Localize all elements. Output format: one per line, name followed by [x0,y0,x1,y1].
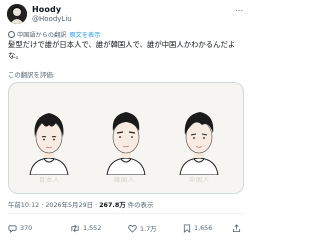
repost-icon [71,224,79,232]
reply-button[interactable]: 370 [8,222,32,234]
illustration-face-3 [174,103,224,175]
user-handle[interactable]: @HoodyLiu [32,15,72,23]
translation-row: 中国語からの翻訳 原文を表示 [8,30,100,39]
like-button[interactable]: 1.7万 [128,222,157,234]
ellipsis-icon[interactable]: ⋯ [229,7,243,15]
faint-label-1: 目本人 [39,177,61,184]
reply-count: 370 [20,224,33,232]
rate-translation[interactable]: この翻訳を評価: [8,70,55,79]
heart-icon [128,224,137,233]
bookmark-icon [183,223,191,233]
divider [8,213,244,214]
like-count: 1.7万 [140,224,157,233]
translate-icon [8,31,15,38]
bookmark-count: 1,656 [194,224,213,232]
view-count-label: 件の表示 [127,201,154,209]
share-button[interactable] [232,222,244,234]
bookmark-button[interactable]: 1,656 [183,222,212,234]
post-meta: 午前10:12 · 2026年5月29日 · 267.8万 件の表示 [8,200,153,209]
action-bar: 370 1,552 1.7万 1,656 [8,222,248,234]
post-time[interactable]: 午前10:12 [8,201,39,209]
avatar[interactable] [7,4,27,24]
post-date[interactable]: 2026年5月29日 [45,201,93,209]
translation-note: 中国語からの翻訳 [17,32,67,39]
tweet-text: 髪型だけで誰が日本人で、誰が韓国人で、誰が中国人かわかるんだよな。 [8,40,236,60]
illustration-face-2 [101,103,151,175]
share-icon [232,223,241,232]
illustration-face-1 [24,103,74,175]
reply-icon [8,224,17,233]
display-name[interactable]: Hoody [32,5,61,14]
post: Hoody @HoodyLiu ⋯ 中国語からの翻訳 原文を表示 髪型だけで誰が日… [0,0,250,241]
repost-count: 1,552 [83,224,102,232]
faint-label-3: 中国人 [189,177,211,184]
post-header: Hoody @HoodyLiu ⋯ [7,4,243,26]
post-image[interactable]: 目本人 韓国人 中国人 [8,82,244,194]
view-count: 267.8万 [99,201,126,209]
faint-label-2: 韓国人 [114,177,136,184]
show-original-link[interactable]: 原文を表示 [70,32,101,39]
repost-button[interactable]: 1,552 [70,222,101,234]
